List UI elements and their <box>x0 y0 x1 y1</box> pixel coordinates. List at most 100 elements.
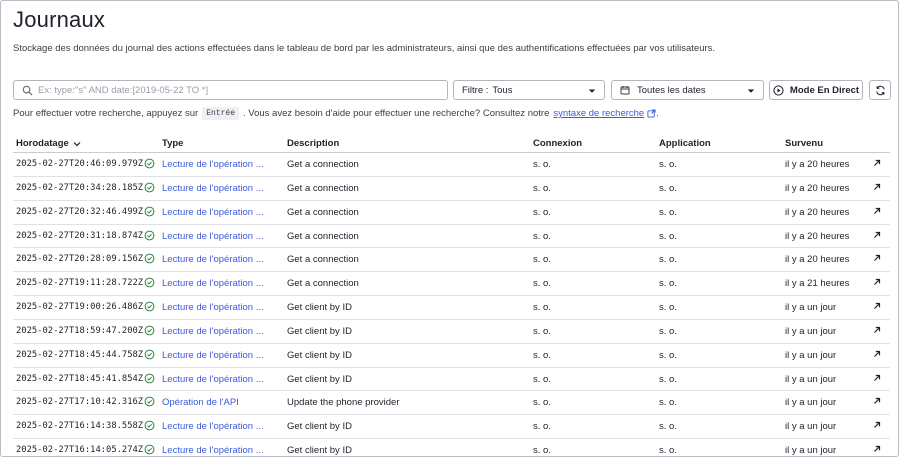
arrow-up-right-icon[interactable] <box>873 278 881 289</box>
row-connection: s. o. <box>533 278 551 290</box>
row-type-link[interactable]: Lecture de l'opération ... <box>162 183 264 194</box>
row-connection: s. o. <box>533 159 551 170</box>
row-type-link[interactable]: Lecture de l'opération ... <box>162 254 264 265</box>
row-occurred: il y a un jour <box>785 302 837 314</box>
calendar-icon <box>620 86 630 95</box>
filter-select[interactable]: Filtre : Tous <box>453 80 605 100</box>
row-type-link[interactable]: Lecture de l'opération ... <box>162 207 264 218</box>
arrow-up-right-icon[interactable] <box>873 159 881 170</box>
table-row[interactable]: 2025-02-27T20:31:18.874Z Lecture de l'opé… <box>13 225 890 249</box>
arrow-up-right-icon[interactable] <box>873 397 881 408</box>
row-connection: s. o. <box>533 349 551 361</box>
row-occurred: il y a 20 heures <box>785 182 850 194</box>
row-timestamp: 2025-02-27T20:32:46.499Z <box>16 206 144 217</box>
table-row[interactable]: 2025-02-27T18:45:44.758Z Lecture de l'opé… <box>13 344 890 368</box>
row-timestamp: 2025-02-27T17:10:42.316Z <box>16 397 144 408</box>
arrow-up-right-icon[interactable] <box>873 207 881 218</box>
row-connection: s. o. <box>533 445 551 457</box>
arrow-up-right-icon[interactable] <box>873 421 881 432</box>
row-timestamp: 2025-02-27T16:14:38.558Z <box>16 421 144 432</box>
row-description: Get a connection <box>287 254 359 266</box>
table-row[interactable]: 2025-02-27T20:28:09.156Z Lecture de l'opé… <box>13 248 890 273</box>
row-description: Get a connection <box>287 159 359 170</box>
table-row[interactable]: 2025-02-27T16:14:05.274Z Lecture de l'opé… <box>13 439 890 457</box>
row-application: s. o. <box>659 325 677 337</box>
filter-value: Tous <box>492 84 513 96</box>
row-application: s. o. <box>659 373 677 385</box>
row-connection: s. o. <box>533 254 551 266</box>
check-circle-icon <box>144 277 155 291</box>
sort-down-icon <box>73 141 81 146</box>
arrow-up-right-icon[interactable] <box>873 374 881 385</box>
column-header-time-label: Horodatage <box>16 138 69 149</box>
logs-table-body: 2025-02-27T20:46:09.979Z Lecture de l'opé… <box>13 153 890 457</box>
column-header-time[interactable]: Horodatage <box>16 138 81 149</box>
check-circle-icon <box>144 444 155 456</box>
row-timestamp: 2025-02-27T19:11:28.722Z <box>16 278 144 289</box>
row-type-link[interactable]: Opération de l'API <box>162 397 239 408</box>
refresh-button[interactable] <box>869 80 891 100</box>
column-header-occurred: Survenu <box>785 138 824 149</box>
table-row[interactable]: 2025-02-27T19:11:28.722Z Lecture de l'opé… <box>13 272 890 297</box>
row-timestamp: 2025-02-27T18:45:44.758Z <box>16 349 144 360</box>
search-input[interactable] <box>38 84 438 96</box>
date-range-select[interactable]: Toutes les dates <box>611 80 764 100</box>
row-timestamp: 2025-02-27T16:14:05.274Z <box>16 445 144 456</box>
table-row[interactable]: 2025-02-27T19:00:26.486Z Lecture de l'opé… <box>13 296 890 320</box>
arrow-up-right-icon[interactable] <box>873 326 881 337</box>
row-type-link[interactable]: Lecture de l'opération ... <box>162 445 264 456</box>
row-occurred: il y a un jour <box>785 325 837 337</box>
table-row[interactable]: 2025-02-27T20:34:28.185Z Lecture de l'opé… <box>13 177 890 201</box>
table-row[interactable]: 2025-02-27T18:45:41.854Z Lecture de l'opé… <box>13 368 890 392</box>
row-type-link[interactable]: Lecture de l'opération ... <box>162 159 264 170</box>
row-application: s. o. <box>659 230 677 242</box>
table-row[interactable]: 2025-02-27T16:14:38.558Z Lecture de l'opé… <box>13 415 890 440</box>
row-description: Get client by ID <box>287 349 352 361</box>
row-type-link[interactable]: Lecture de l'opération ... <box>162 326 264 337</box>
row-connection: s. o. <box>533 397 551 409</box>
row-description: Get a connection <box>287 182 359 194</box>
check-circle-icon <box>144 182 155 196</box>
row-type-link[interactable]: Lecture de l'opération ... <box>162 231 264 242</box>
row-description: Get a connection <box>287 206 359 218</box>
row-application: s. o. <box>659 159 677 170</box>
row-type-link[interactable]: Lecture de l'opération ... <box>162 421 264 432</box>
row-occurred: il y a un jour <box>785 445 837 457</box>
row-application: s. o. <box>659 206 677 218</box>
row-type-link[interactable]: Lecture de l'opération ... <box>162 350 264 361</box>
search-syntax-link[interactable]: syntaxe de recherche <box>553 108 656 119</box>
search-box[interactable] <box>13 80 448 100</box>
row-application: s. o. <box>659 302 677 314</box>
arrow-up-right-icon[interactable] <box>873 445 881 456</box>
arrow-up-right-icon[interactable] <box>873 231 881 242</box>
row-occurred: il y a 20 heures <box>785 230 850 242</box>
row-type-link[interactable]: Lecture de l'opération ... <box>162 374 264 385</box>
check-circle-icon <box>144 396 155 410</box>
arrow-up-right-icon[interactable] <box>873 183 881 194</box>
arrow-up-right-icon[interactable] <box>873 302 881 313</box>
search-syntax-link-label: syntaxe de recherche <box>553 108 645 119</box>
row-application: s. o. <box>659 445 677 457</box>
row-description: Get client by ID <box>287 325 352 337</box>
row-occurred: il y a 21 heures <box>785 278 850 290</box>
row-description: Get client by ID <box>287 373 352 385</box>
check-circle-icon <box>144 230 155 244</box>
row-timestamp: 2025-02-27T20:46:09.979Z <box>16 159 144 169</box>
arrow-up-right-icon[interactable] <box>873 254 881 265</box>
live-mode-label: Mode En Direct <box>789 84 860 96</box>
row-connection: s. o. <box>533 373 551 385</box>
row-timestamp: 2025-02-27T19:00:26.486Z <box>16 302 144 313</box>
table-row[interactable]: 2025-02-27T18:59:47.200Z Lecture de l'opé… <box>13 320 890 344</box>
live-mode-button[interactable]: Mode En Direct <box>769 80 863 100</box>
row-type-link[interactable]: Lecture de l'opération ... <box>162 302 264 313</box>
table-row[interactable]: 2025-02-27T17:10:42.316Z Opération de l'A… <box>13 391 890 416</box>
play-circle-icon <box>773 84 784 96</box>
table-row[interactable]: 2025-02-27T20:32:46.499Z Lecture de l'opé… <box>13 201 890 225</box>
table-row[interactable]: 2025-02-27T20:46:09.979Z Lecture de l'opé… <box>13 153 890 177</box>
row-type-link[interactable]: Lecture de l'opération ... <box>162 278 264 289</box>
row-timestamp: 2025-02-27T20:28:09.156Z <box>16 254 144 265</box>
arrow-up-right-icon[interactable] <box>873 350 881 361</box>
row-connection: s. o. <box>533 302 551 314</box>
row-application: s. o. <box>659 254 677 266</box>
search-hint: Pour effectuer votre recherche, appuyez … <box>13 107 659 120</box>
